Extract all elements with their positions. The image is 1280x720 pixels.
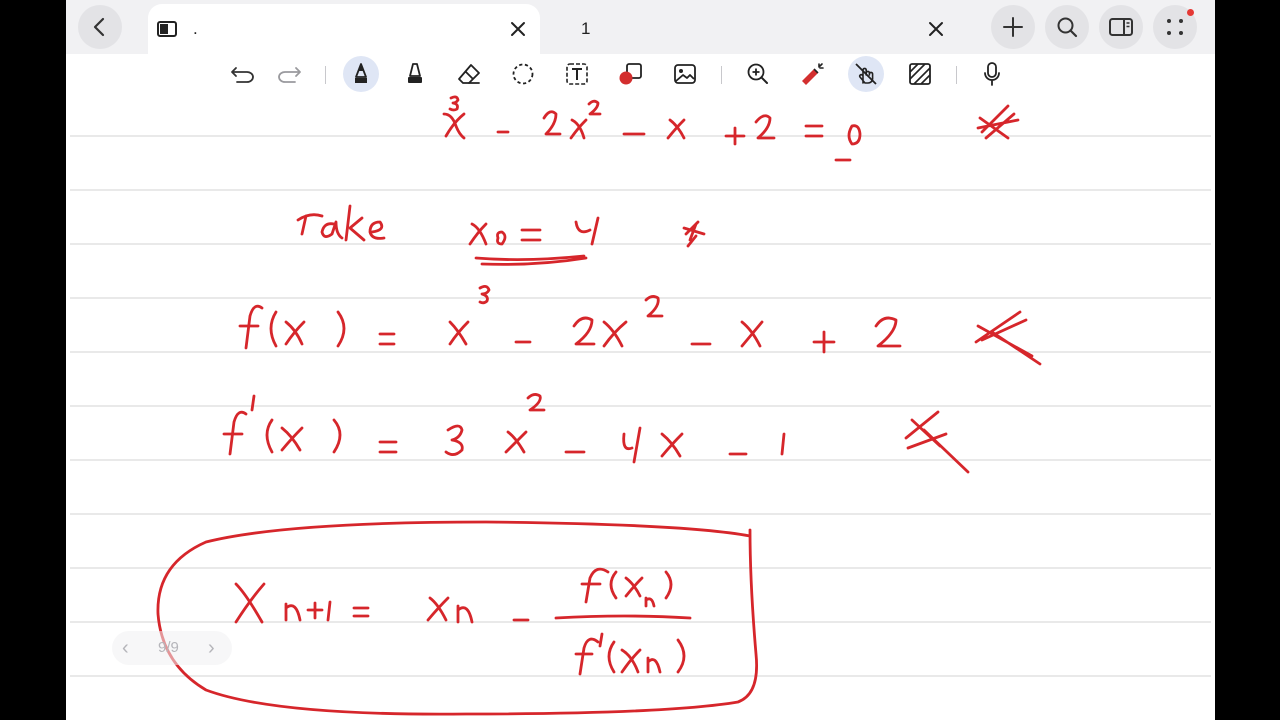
touch-draw-toggle[interactable]: [848, 56, 884, 92]
close-tab-button[interactable]: [506, 17, 530, 41]
lasso-tool[interactable]: [505, 56, 541, 92]
tab-title: .: [193, 19, 198, 38]
tab-bar: . 1: [66, 0, 1215, 54]
handwriting-star-mark: [682, 220, 706, 248]
sidebar-toggle-button[interactable]: [1099, 5, 1143, 49]
shapes-tool[interactable]: [613, 56, 649, 92]
eraser-icon: [458, 64, 480, 84]
chevron-left-icon: [93, 17, 105, 37]
laser-pointer-tool[interactable]: [794, 56, 830, 92]
touch-draw-icon: [855, 63, 877, 85]
zoom-tool[interactable]: [740, 56, 776, 92]
handwriting-take-x0: [296, 204, 600, 266]
back-button[interactable]: [78, 5, 122, 49]
sidebar-icon: [1109, 18, 1133, 36]
shapes-icon: [619, 63, 642, 85]
laser-pointer-icon: [802, 63, 824, 85]
next-page-button[interactable]: ›: [208, 631, 215, 665]
undo-button[interactable]: [225, 56, 261, 92]
hatched-square-icon: [909, 63, 931, 85]
notebook-page-canvas[interactable]: [66, 94, 1215, 720]
text-box-icon: [566, 63, 588, 85]
undo-icon: [231, 67, 254, 83]
previous-page-button[interactable]: ‹: [122, 631, 129, 665]
pen-icon: [355, 63, 367, 83]
handwriting-equation-cubic: [442, 95, 862, 162]
new-tab-button[interactable]: [991, 5, 1035, 49]
toolbar-divider: [721, 66, 722, 84]
tab-document-active[interactable]: .: [148, 4, 540, 54]
drawing-toolbar: [66, 54, 1215, 94]
notification-dot: [1187, 9, 1194, 16]
toolbar-divider: [325, 66, 326, 84]
image-icon: [674, 64, 696, 84]
handwriting-star-mark: [974, 310, 1042, 366]
more-menu-button[interactable]: [1153, 5, 1197, 49]
redo-icon: [278, 67, 301, 83]
page-lines-tool[interactable]: [902, 56, 938, 92]
close-icon: [511, 22, 525, 36]
page-indicator: 9/9: [158, 639, 179, 656]
handwriting-star-mark: [904, 410, 970, 474]
close-tab-button[interactable]: [924, 17, 948, 41]
search-icon: [1057, 17, 1078, 38]
notes-app-window: . 1 ‹ 9/9 ›: [66, 0, 1215, 720]
voice-record-button[interactable]: [974, 56, 1010, 92]
handwriting-function-fx: [238, 285, 902, 354]
handwriting-star-mark: [976, 104, 1020, 140]
plus-icon: [1003, 17, 1023, 37]
image-tool[interactable]: [667, 56, 703, 92]
pen-tool[interactable]: [343, 56, 379, 92]
tab-document-2[interactable]: 1: [558, 4, 948, 54]
zoom-in-icon: [747, 63, 768, 84]
page-navigator: ‹ 9/9 ›: [112, 631, 232, 665]
highlighter-tool[interactable]: [397, 56, 433, 92]
microphone-icon: [984, 62, 1000, 86]
text-box-tool[interactable]: [559, 56, 595, 92]
close-icon: [929, 22, 943, 36]
tab-title: 1: [581, 19, 591, 38]
grid-dots-icon: [1167, 19, 1183, 35]
lasso-icon: [512, 63, 534, 85]
redo-button[interactable]: [271, 56, 307, 92]
highlighter-icon: [408, 63, 422, 83]
eraser-tool[interactable]: [451, 56, 487, 92]
handwriting-derivative-fpx: [222, 393, 786, 464]
notebook-icon: [157, 21, 177, 37]
toolbar-divider: [956, 66, 957, 84]
search-button[interactable]: [1045, 5, 1089, 49]
